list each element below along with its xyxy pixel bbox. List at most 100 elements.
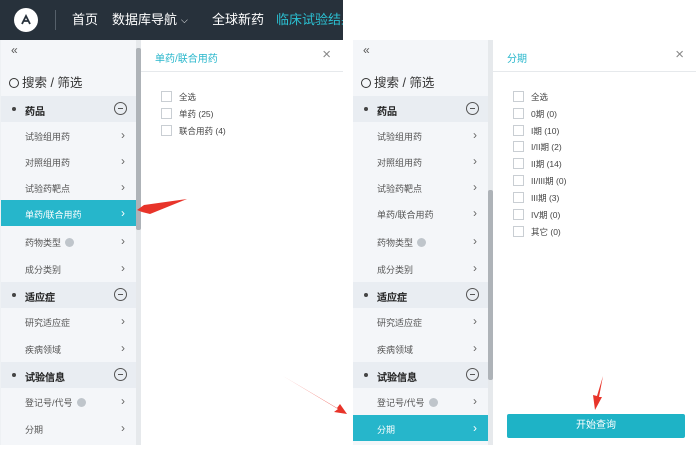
sidebar-item-control-drug[interactable]: 对照组用药 › (1, 148, 136, 174)
collapse-group-icon[interactable] (114, 288, 127, 301)
bullet-icon (364, 293, 368, 297)
sidebar-item-test-drug[interactable]: 试验组用药 › (353, 122, 488, 148)
group-drug[interactable]: 药品 (1, 96, 136, 122)
search-icon (361, 78, 371, 88)
sidebar-item-mono-combo[interactable]: 单药/联合用药 › (1, 200, 136, 226)
chevron-right-icon: › (121, 128, 125, 142)
group-trial-info-label: 试验信息 (25, 373, 65, 384)
close-icon[interactable]: × (322, 46, 331, 63)
collapse-group-icon[interactable] (466, 102, 479, 115)
checkbox[interactable] (513, 158, 524, 169)
sidebar-item-target[interactable]: 试验药靶点 › (353, 174, 488, 200)
sidebar-item-label: 对照组用药 (377, 158, 423, 168)
chevron-right-icon: › (473, 154, 477, 168)
chevron-right-icon: › (121, 421, 125, 435)
logo[interactable] (14, 8, 38, 32)
group-drug-label: 药品 (25, 107, 45, 118)
close-icon[interactable]: × (675, 46, 684, 63)
help-icon[interactable] (76, 398, 86, 407)
collapse-group-icon[interactable] (466, 368, 479, 381)
checkbox[interactable] (513, 141, 524, 152)
option-select-all[interactable]: 全选 (513, 91, 548, 103)
sidebar-item-label: 登记号/代号 (25, 396, 86, 409)
help-icon[interactable] (65, 238, 75, 247)
sidebar-item-disease-area[interactable]: 疾病领域 › (353, 335, 488, 361)
checkbox[interactable] (513, 108, 524, 119)
chevron-right-icon: › (473, 261, 477, 275)
checkbox[interactable] (513, 209, 524, 220)
group-drug[interactable]: 药品 (353, 96, 488, 122)
collapse-group-icon[interactable] (466, 288, 479, 301)
option-phase-4[interactable]: IV期 (0) (513, 209, 560, 221)
sidebar-item-text: 登记号/代号 (377, 398, 425, 408)
filter-content: 单药/联合用药 × 全选 单药 (25) 联合用药 (4) (141, 40, 343, 445)
option-mono[interactable]: 单药 (25) (161, 108, 213, 120)
sidebar-item-research-indication[interactable]: 研究适应症 › (353, 308, 488, 334)
option-combo[interactable]: 联合用药 (4) (161, 125, 226, 137)
chevron-right-icon: › (121, 394, 125, 408)
checkbox[interactable] (161, 91, 172, 102)
nav-db-navigation[interactable]: 数据库导航 ⌵ (112, 12, 188, 28)
option-phase-2[interactable]: II期 (14) (513, 158, 562, 170)
option-phase-3[interactable]: III期 (3) (513, 192, 559, 204)
checkbox[interactable] (161, 125, 172, 136)
content-header: 单药/联合用药 × (141, 40, 343, 72)
start-query-button[interactable]: 开始查询 (507, 414, 685, 438)
chevron-right-icon: › (473, 394, 477, 408)
sidebar-item-label: 药物类型 (377, 236, 427, 249)
collapse-group-icon[interactable] (114, 368, 127, 381)
nav-home[interactable]: 首页 (72, 12, 98, 28)
sidebar-item-label: 疾病领域 (25, 345, 62, 355)
option-other[interactable]: 其它 (0) (513, 226, 561, 238)
option-phase-1-2[interactable]: I/II期 (2) (513, 141, 562, 153)
group-trial-info[interactable]: 试验信息 (353, 362, 488, 388)
sidebar-item-test-drug[interactable]: 试验组用药 › (1, 122, 136, 148)
sidebar-item-ingredient[interactable]: 成分类别 › (1, 255, 136, 281)
sidebar-item-drug-type[interactable]: 药物类型 › (1, 228, 136, 254)
filter-sidebar: « 搜索 / 筛选 药品 试验组用药 › 对照组用药 › 试验药靶点 › 单药/联合用… (1, 40, 136, 445)
nav-global-new-drugs[interactable]: 全球新药 (212, 12, 264, 28)
option-label: 0期 (0) (531, 109, 557, 119)
sidebar-item-target[interactable]: 试验药靶点 › (1, 174, 136, 200)
checkbox[interactable] (513, 175, 524, 186)
sidebar-item-phase[interactable]: 分期 › (1, 415, 136, 441)
group-indication[interactable]: 适应症 (353, 282, 488, 308)
search-filter-title: 搜索 / 筛选 (361, 72, 434, 91)
sidebar-item-research-indication[interactable]: 研究适应症 › (1, 308, 136, 334)
content-title: 分期 (507, 54, 527, 65)
sidebar-item-drug-type[interactable]: 药物类型 › (353, 228, 488, 254)
sidebar-item-label: 登记号/代号 (377, 396, 438, 409)
option-select-all[interactable]: 全选 (161, 91, 196, 103)
help-icon[interactable] (428, 398, 438, 407)
group-indication[interactable]: 适应症 (1, 282, 136, 308)
option-phase-1[interactable]: I期 (10) (513, 125, 559, 137)
collapse-icon[interactable]: « (11, 43, 18, 57)
option-label: 全选 (531, 92, 549, 102)
group-trial-info[interactable]: 试验信息 (1, 362, 136, 388)
checkbox[interactable] (513, 226, 524, 237)
checkbox[interactable] (513, 91, 524, 102)
sidebar-item-mono-combo[interactable]: 单药/联合用药 › (353, 200, 488, 226)
option-phase-2-3[interactable]: II/III期 (0) (513, 175, 566, 187)
checkbox[interactable] (513, 192, 524, 203)
content-header: 分期 × (493, 40, 696, 72)
help-icon[interactable] (417, 238, 427, 247)
sidebar-item-control-drug[interactable]: 对照组用药 › (353, 148, 488, 174)
group-indication-label: 适应症 (25, 293, 55, 304)
collapse-icon[interactable]: « (363, 43, 370, 57)
nav-clinical-results[interactable]: 临床试验结果 (276, 12, 343, 28)
sidebar-item-ingredient[interactable]: 成分类别 › (353, 255, 488, 281)
sidebar-item-disease-area[interactable]: 疾病领域 › (1, 335, 136, 361)
sidebar-item-text: 药物类型 (25, 238, 62, 248)
checkbox[interactable] (161, 108, 172, 119)
sidebar-item-registration[interactable]: 登记号/代号 › (353, 388, 488, 414)
option-label: 全选 (179, 92, 197, 102)
option-phase-0[interactable]: 0期 (0) (513, 108, 557, 120)
sidebar-item-registration[interactable]: 登记号/代号 › (1, 388, 136, 414)
collapse-group-icon[interactable] (114, 102, 127, 115)
checkbox[interactable] (513, 125, 524, 136)
screenshot-divider (343, 0, 353, 450)
sidebar-item-phase[interactable]: 分期 › (353, 415, 488, 441)
sidebar-item-label: 疾病领域 (377, 345, 414, 355)
chevron-right-icon: › (473, 180, 477, 194)
